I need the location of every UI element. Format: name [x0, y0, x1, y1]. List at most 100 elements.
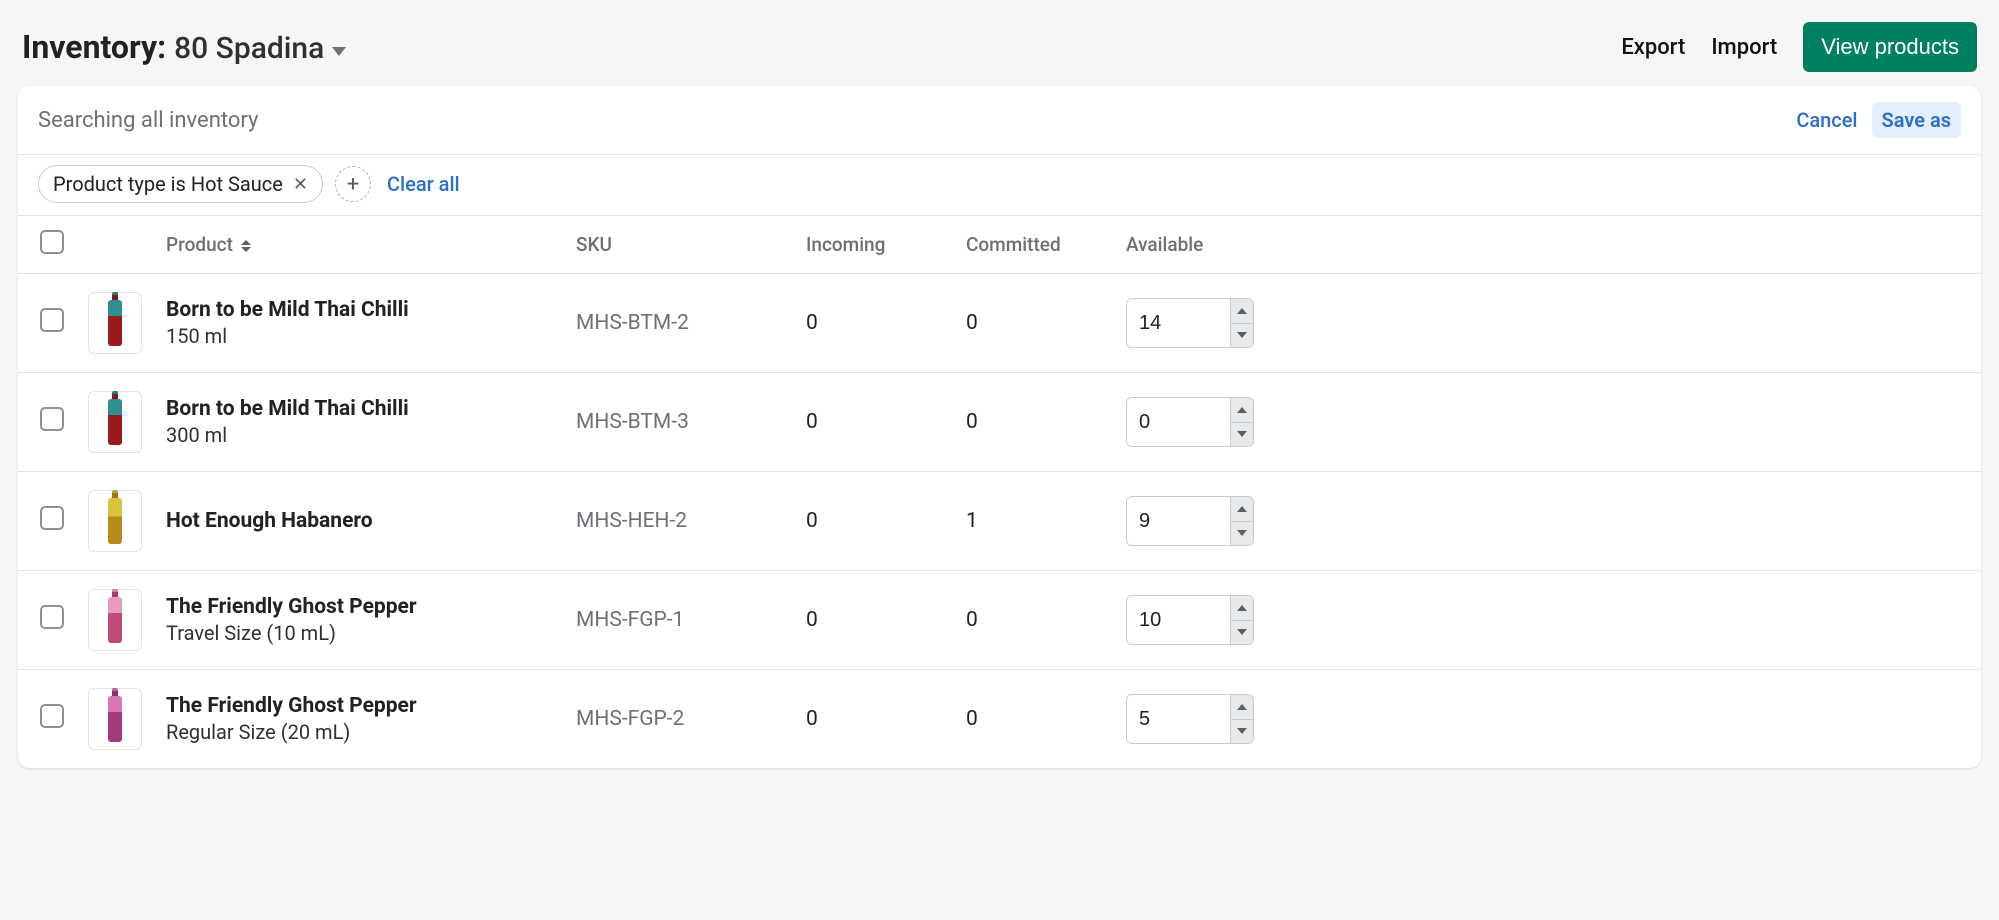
product-committed: 0 — [954, 373, 1114, 472]
column-committed[interactable]: Committed — [954, 216, 1114, 274]
table-row[interactable]: The Friendly Ghost Pepper Travel Size (1… — [18, 571, 1981, 670]
product-variant: Travel Size (10 mL) — [166, 621, 552, 645]
select-all-checkbox[interactable] — [40, 230, 64, 254]
chevron-down-icon — [1237, 332, 1247, 338]
available-input[interactable] — [1127, 398, 1230, 446]
available-input[interactable] — [1127, 695, 1230, 743]
product-thumbnail — [88, 589, 142, 651]
product-variant: 300 ml — [166, 423, 552, 447]
available-input[interactable] — [1127, 497, 1230, 545]
product-incoming: 0 — [794, 373, 954, 472]
search-summary: Searching all inventory — [38, 108, 258, 133]
chevron-down-icon — [1237, 728, 1247, 734]
product-name: Hot Enough Habanero — [166, 509, 552, 533]
page-title: Inventory: — [22, 28, 166, 66]
product-sku: MHS-HEH-2 — [564, 472, 794, 571]
product-name: The Friendly Ghost Pepper — [166, 694, 552, 718]
inventory-card: Searching all inventory Cancel Save as P… — [18, 86, 1981, 768]
filter-bar: Product type is Hot Sauce ✕ + Clear all — [18, 155, 1981, 216]
cancel-button[interactable]: Cancel — [1796, 108, 1857, 132]
column-incoming[interactable]: Incoming — [794, 216, 954, 274]
chevron-up-icon — [1237, 704, 1247, 710]
chevron-down-icon — [1237, 629, 1247, 635]
product-committed: 0 — [954, 274, 1114, 373]
product-variant: Regular Size (20 mL) — [166, 720, 552, 744]
save-as-button[interactable]: Save as — [1872, 102, 1961, 138]
view-products-button[interactable]: View products — [1803, 22, 1977, 72]
product-sku: MHS-FGP-2 — [564, 670, 794, 769]
product-incoming: 0 — [794, 670, 954, 769]
product-thumbnail — [88, 292, 142, 354]
column-available[interactable]: Available — [1114, 216, 1981, 274]
stepper-down-button[interactable] — [1231, 621, 1253, 645]
chevron-down-icon — [1237, 530, 1247, 536]
location-select[interactable]: 80 Spadina — [174, 31, 346, 66]
stepper-up-button[interactable] — [1231, 398, 1253, 423]
clear-all-button[interactable]: Clear all — [387, 172, 460, 196]
chevron-down-icon — [1237, 431, 1247, 437]
product-incoming: 0 — [794, 472, 954, 571]
sort-icon — [241, 240, 251, 252]
product-committed: 0 — [954, 571, 1114, 670]
product-thumbnail — [88, 391, 142, 453]
inventory-table: Product SKU Incoming Committed Available… — [18, 216, 1981, 768]
table-row[interactable]: Born to be Mild Thai Chilli 300 ml MHS-B… — [18, 373, 1981, 472]
product-thumbnail — [88, 490, 142, 552]
stepper-down-button[interactable] — [1231, 522, 1253, 546]
row-checkbox[interactable] — [40, 605, 64, 629]
table-row[interactable]: Hot Enough Habanero MHS-HEH-2 0 1 — [18, 472, 1981, 571]
remove-filter-icon[interactable]: ✕ — [293, 174, 308, 195]
bottle-icon — [108, 300, 122, 346]
column-product[interactable]: Product — [166, 233, 251, 256]
stepper-up-button[interactable] — [1231, 695, 1253, 720]
product-incoming: 0 — [794, 274, 954, 373]
chevron-up-icon — [1237, 605, 1247, 611]
available-stepper[interactable] — [1126, 397, 1254, 447]
available-stepper[interactable] — [1126, 298, 1254, 348]
bottle-icon — [108, 597, 122, 643]
row-checkbox[interactable] — [40, 407, 64, 431]
stepper-up-button[interactable] — [1231, 497, 1253, 522]
chevron-up-icon — [1237, 407, 1247, 413]
table-row[interactable]: Born to be Mild Thai Chilli 150 ml MHS-B… — [18, 274, 1981, 373]
stepper-up-button[interactable] — [1231, 596, 1253, 621]
import-button[interactable]: Import — [1711, 35, 1777, 60]
stepper-down-button[interactable] — [1231, 324, 1253, 348]
bottle-icon — [108, 696, 122, 742]
row-checkbox[interactable] — [40, 308, 64, 332]
available-stepper[interactable] — [1126, 595, 1254, 645]
column-sku[interactable]: SKU — [564, 216, 794, 274]
product-name: The Friendly Ghost Pepper — [166, 595, 552, 619]
stepper-down-button[interactable] — [1231, 720, 1253, 744]
available-stepper[interactable] — [1126, 694, 1254, 744]
column-product-label: Product — [166, 233, 233, 256]
product-variant: 150 ml — [166, 324, 552, 348]
bottle-icon — [108, 498, 122, 544]
stepper-down-button[interactable] — [1231, 423, 1253, 447]
available-input[interactable] — [1127, 299, 1230, 347]
add-filter-button[interactable]: + — [335, 166, 371, 202]
product-name: Born to be Mild Thai Chilli — [166, 397, 552, 421]
filter-chip[interactable]: Product type is Hot Sauce ✕ — [38, 165, 323, 203]
product-sku: MHS-BTM-2 — [564, 274, 794, 373]
location-label: 80 Spadina — [174, 31, 324, 66]
bottle-icon — [108, 399, 122, 445]
product-sku: MHS-BTM-3 — [564, 373, 794, 472]
chevron-up-icon — [1237, 506, 1247, 512]
filter-chip-label: Product type is Hot Sauce — [53, 172, 283, 196]
product-thumbnail — [88, 688, 142, 750]
row-checkbox[interactable] — [40, 506, 64, 530]
chevron-up-icon — [1237, 308, 1247, 314]
product-committed: 1 — [954, 472, 1114, 571]
product-incoming: 0 — [794, 571, 954, 670]
page-header: Inventory: 80 Spadina Export Import View… — [18, 12, 1981, 86]
caret-down-icon — [332, 47, 346, 56]
export-button[interactable]: Export — [1621, 35, 1685, 60]
product-name: Born to be Mild Thai Chilli — [166, 298, 552, 322]
available-stepper[interactable] — [1126, 496, 1254, 546]
row-checkbox[interactable] — [40, 704, 64, 728]
table-row[interactable]: The Friendly Ghost Pepper Regular Size (… — [18, 670, 1981, 769]
available-input[interactable] — [1127, 596, 1230, 644]
stepper-up-button[interactable] — [1231, 299, 1253, 324]
product-committed: 0 — [954, 670, 1114, 769]
